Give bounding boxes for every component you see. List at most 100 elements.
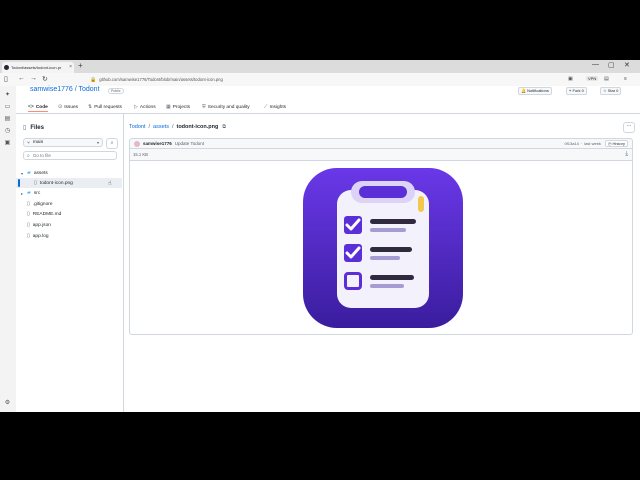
- repo-title-link[interactable]: samwise1776 / Todont: [30, 86, 100, 93]
- more-options-button[interactable]: ···: [623, 122, 635, 133]
- browser-address-bar: ▯ ← → ↻ 🔒 github.com/samwise1776/Todont/…: [0, 73, 640, 87]
- clipboard-clip: [359, 186, 407, 198]
- task-subline: [370, 284, 404, 288]
- notifications-button[interactable]: 🔔 Notifications: [518, 87, 552, 95]
- new-tab-button[interactable]: +: [78, 61, 83, 70]
- minimize-button[interactable]: —: [592, 61, 599, 68]
- bookmarks-icon[interactable]: ▭: [4, 104, 11, 111]
- tab-issues-label: Issues: [64, 104, 79, 110]
- hand-cursor-icon: ☝: [108, 181, 112, 187]
- browser-menu-icon[interactable]: ≡: [624, 76, 627, 82]
- settings-gear-icon[interactable]: ⚙: [4, 400, 11, 407]
- tab-projects-label: Projects: [172, 104, 191, 110]
- task-subline: [370, 256, 400, 260]
- sidebar-toggle-icon[interactable]: ▯: [4, 75, 8, 83]
- repo-nav: <> Code ⊙ Issues ⇅ Pull requests ▷ Actions ▦…: [16, 103, 640, 114]
- branch-name: main: [32, 140, 44, 145]
- folder-open-icon: ▰: [27, 170, 31, 176]
- reload-icon[interactable]: ↻: [42, 75, 48, 83]
- go-to-file-input[interactable]: ⌕ Go to file: [23, 151, 117, 160]
- actions-icon: ▷: [134, 104, 138, 110]
- tab-security[interactable]: ⛨ Security and quality: [202, 104, 250, 110]
- tab-security-label: Security and quality: [207, 104, 250, 110]
- insights-icon: ⟋: [264, 104, 268, 110]
- branch-selector[interactable]: ⑂ main ▾: [23, 138, 103, 147]
- tree-item-label: app.log: [32, 233, 49, 239]
- branch-icon: ⑂: [27, 140, 30, 146]
- file-header: 15.1 KB ⤓: [130, 149, 632, 161]
- star-count: 0: [616, 88, 619, 93]
- copy-path-icon[interactable]: ⧉: [222, 124, 226, 130]
- file-icon: ▯: [27, 211, 30, 217]
- screen: Todont/assets/todont-icon.pr × + — ▢ ✕ ▯…: [0, 60, 640, 412]
- commit-hash[interactable]: 0f13a14: [564, 141, 578, 146]
- fork-button[interactable]: ⑂ Fork 0: [566, 87, 587, 95]
- code-icon: <>: [28, 104, 34, 110]
- commit-time: last week: [584, 141, 601, 146]
- github-favicon-icon: [4, 65, 9, 70]
- tree-item-app-log[interactable]: ▯ app.log: [16, 231, 122, 241]
- search-icon[interactable]: ⌕: [106, 138, 118, 149]
- tree-item-todont-icon[interactable]: ▯ todont-icon.png ☝: [16, 178, 122, 188]
- chevron-down-icon: ▾: [96, 140, 99, 145]
- tab-pull-requests[interactable]: ⇅ Pull requests: [88, 104, 122, 110]
- tab-issues[interactable]: ⊙ Issues: [58, 104, 78, 110]
- star-button[interactable]: ☆ Star 0: [600, 87, 622, 95]
- image-preview: [303, 168, 463, 333]
- file-icon: ▯: [34, 180, 37, 186]
- pull-request-icon: ⇅: [88, 104, 93, 110]
- tab-actions[interactable]: ▷ Actions: [134, 104, 156, 110]
- pencil-accent: [418, 196, 424, 212]
- file-icon: ▯: [27, 201, 30, 207]
- vpn-badge[interactable]: VPN: [586, 76, 599, 81]
- url-field[interactable]: 🔒 github.com/samwise1776/Todont/blob/mai…: [90, 76, 470, 83]
- avatar[interactable]: [134, 140, 140, 147]
- leo-ai-icon[interactable]: ✦: [4, 92, 11, 99]
- file-size: 15.1 KB: [133, 152, 148, 157]
- history-icon[interactable]: ◷: [4, 128, 11, 135]
- commit-meta: 0f13a14 · last week ◷ History: [564, 140, 628, 147]
- breadcrumb-file-name: todont-icon.png: [176, 124, 219, 130]
- tree-item-label: README.md: [32, 211, 62, 217]
- tree-item-readme[interactable]: ▯ README.md: [16, 209, 122, 219]
- tab-close-icon[interactable]: ×: [69, 64, 72, 70]
- file-tree-panel: ▯ Files ⑂ main ▾ ⌕ ⌕ Go to file ▾ ▰ asse…: [16, 114, 124, 412]
- browser-tab-bar: Todont/assets/todont-icon.pr × + — ▢ ✕: [0, 60, 640, 73]
- tree-item-app-json[interactable]: ▯ app.json: [16, 220, 122, 230]
- commit-message[interactable]: Update Todont: [175, 141, 204, 146]
- notifications-label: Notifications: [527, 88, 549, 93]
- collapse-panel-icon[interactable]: ▯: [23, 124, 26, 131]
- star-label: Star: [607, 88, 616, 93]
- issues-icon: ⊙: [58, 104, 63, 110]
- repo-header: samwise1776 / Todont Public 🔔 Notificati…: [16, 86, 640, 96]
- projects-icon: ▦: [166, 104, 171, 110]
- history-button[interactable]: ◷ History: [604, 140, 628, 147]
- wallet-icon[interactable]: ▤: [604, 76, 609, 82]
- breadcrumb-repo-link[interactable]: Todont: [129, 124, 146, 130]
- filter-search-icon: ⌕: [27, 152, 30, 159]
- tab-projects[interactable]: ▦ Projects: [166, 104, 190, 110]
- commit-author[interactable]: samwise1776: [143, 141, 172, 146]
- tab-code[interactable]: <> Code: [28, 104, 48, 112]
- forward-arrow-icon[interactable]: →: [30, 75, 37, 82]
- reading-list-icon[interactable]: ▤: [4, 116, 11, 123]
- tab-code-label: Code: [35, 104, 48, 110]
- extension-icon[interactable]: ▣: [568, 76, 573, 82]
- tab-pull-requests-label: Pull requests: [94, 104, 122, 110]
- file-tree-header: ▯ Files: [23, 124, 44, 132]
- github-page: samwise1776 / Todont Public 🔔 Notificati…: [16, 86, 640, 412]
- tab-insights[interactable]: ⟋ Insights: [264, 104, 286, 110]
- file-icon: ▯: [27, 233, 30, 239]
- download-icon[interactable]: ⤓: [625, 151, 628, 158]
- breadcrumb-folder-link[interactable]: assets: [153, 124, 169, 130]
- maximize-button[interactable]: ▢: [608, 61, 615, 69]
- browser-tab[interactable]: Todont/assets/todont-icon.pr ×: [2, 62, 74, 73]
- back-arrow-icon[interactable]: ←: [18, 75, 25, 82]
- tree-item-gitignore[interactable]: ▯ .gitignore: [16, 199, 122, 209]
- tree-item-assets[interactable]: ▾ ▰ assets: [16, 168, 122, 178]
- tree-item-src[interactable]: ▸ ▰ src: [16, 188, 122, 198]
- tab-insights-label: Insights: [269, 104, 287, 110]
- close-window-button[interactable]: ✕: [624, 61, 630, 69]
- lock-icon: 🔒: [90, 76, 97, 83]
- wallet-sidebar-icon[interactable]: ▣: [4, 140, 11, 147]
